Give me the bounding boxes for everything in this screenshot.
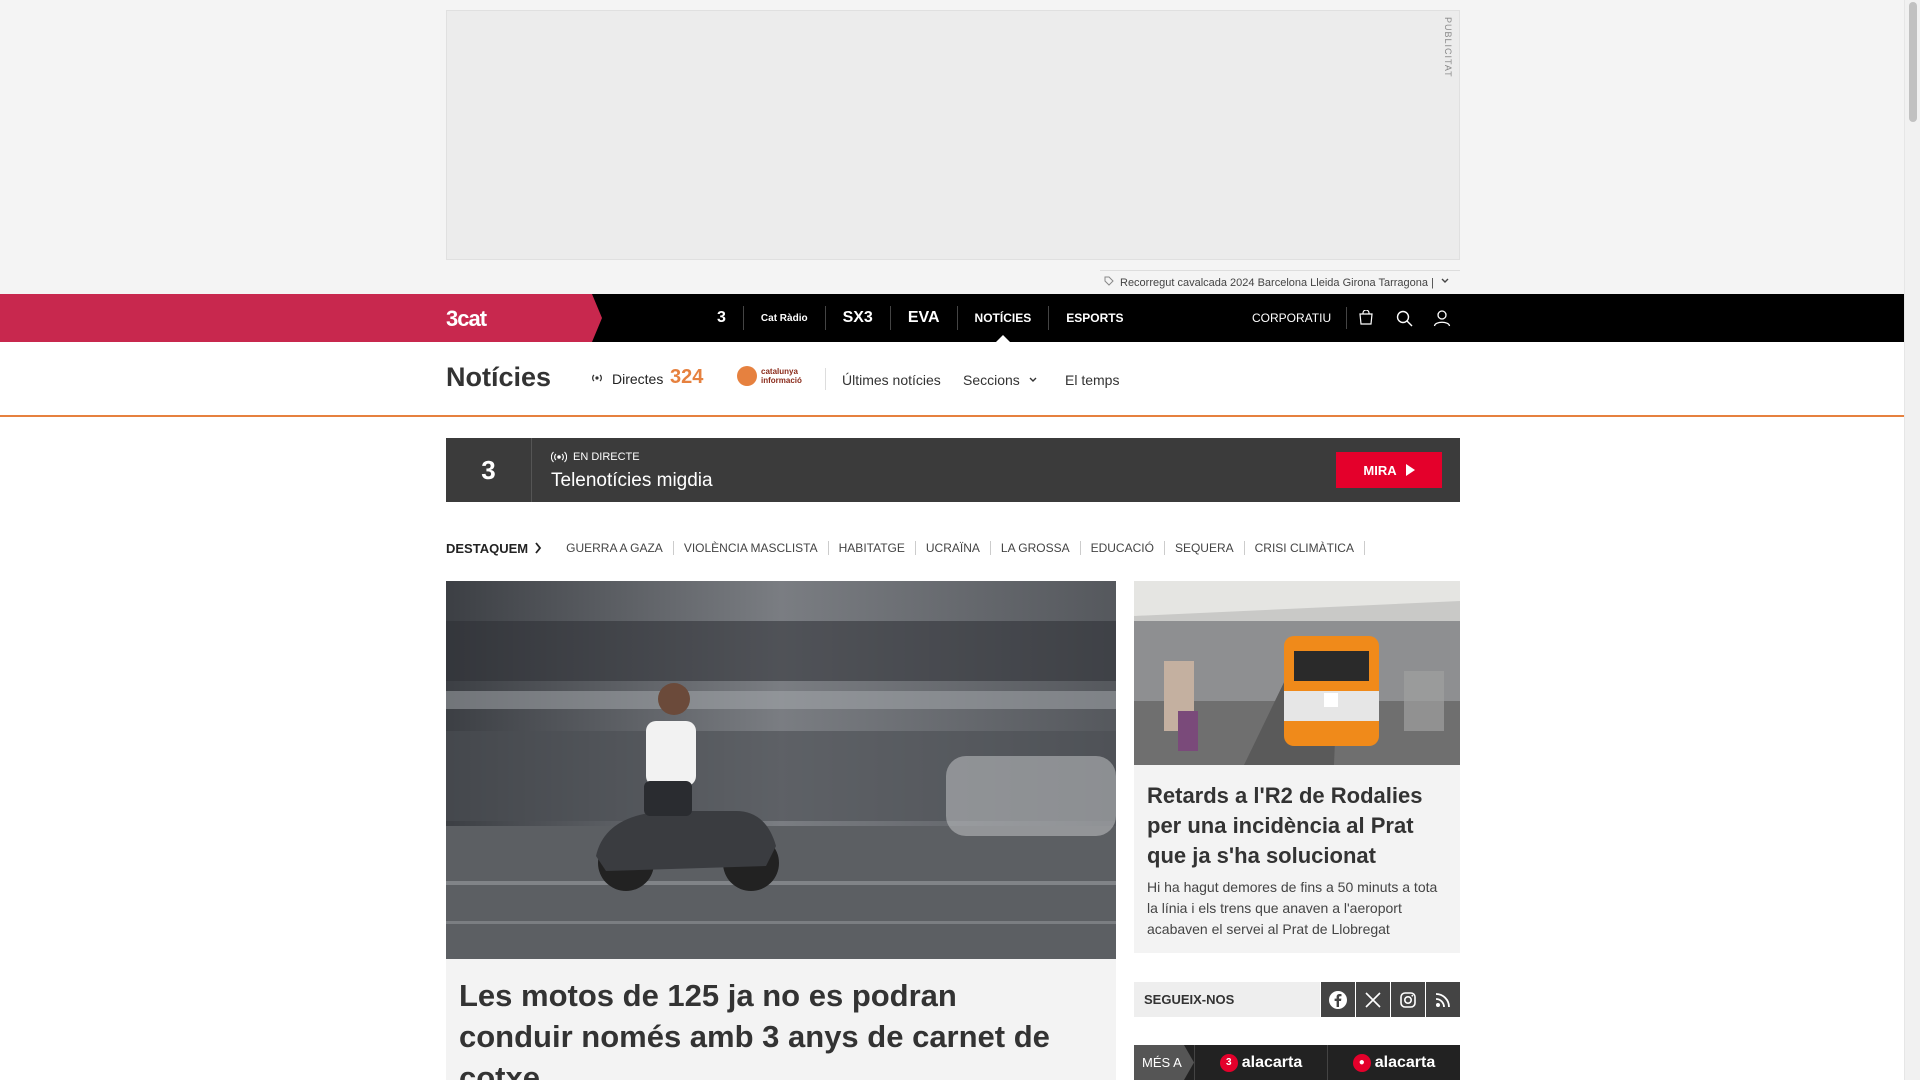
main-article-image[interactable] — [446, 581, 1116, 959]
highlights-title-label: DESTAQUEM — [446, 540, 529, 556]
directes-label: Directes — [612, 371, 664, 387]
live-tag-label: EN DIRECTE — [573, 451, 640, 463]
network-links: 3 Cat Ràdio SX3 EVA NOTÍCIES ESPORTS — [700, 294, 1141, 342]
more-at-bar: MÉS A 3 alacarta ● alacarta — [1134, 1045, 1460, 1080]
follow-us-label: SEGUEIX-NOS — [1134, 982, 1320, 1017]
ad-strip[interactable]: Recorregut cavalcada 2024 Barcelona Llei… — [1100, 270, 1460, 294]
rss-icon[interactable] — [1425, 982, 1460, 1017]
channel-ci-logo[interactable]: catalunya informació — [737, 366, 831, 386]
chevron-down-icon — [1029, 377, 1037, 382]
chevron-right-icon — [535, 542, 542, 554]
watch-button-label: MIRA — [1363, 462, 1397, 478]
chevron-down-icon[interactable] — [1440, 276, 1450, 289]
ad-strip-text: Recorregut cavalcada 2024 Barcelona Llei… — [1120, 276, 1434, 289]
ad-label: PUBLICITAT — [1443, 17, 1453, 78]
highlight-item[interactable]: EDUCACIÓ — [1081, 541, 1165, 555]
play-icon — [1405, 464, 1415, 476]
corporate-link[interactable]: CORPORATIU — [1252, 307, 1348, 329]
user-icon[interactable] — [1423, 294, 1461, 342]
catradio-badge-icon: ● — [1352, 1053, 1371, 1072]
highlight-item[interactable]: HABITATGE — [829, 541, 916, 555]
live-channel-logo: 3 — [446, 438, 532, 502]
highlight-item[interactable]: UCRAÏNA — [916, 541, 991, 555]
main-article-headline[interactable]: Les motos de 125 ja no es podran conduir… — [459, 975, 1079, 1080]
shop-icon[interactable] — [1347, 294, 1385, 342]
follow-us-bar: SEGUEIX-NOS — [1134, 982, 1460, 1017]
live-banner[interactable]: 3 EN DIRECTE Telenotícies migdia MIRA — [446, 438, 1460, 502]
page-title[interactable]: Notícies — [446, 362, 551, 393]
channel-ci-label: catalunya informació — [761, 367, 802, 385]
highlights-title[interactable]: DESTAQUEM — [446, 541, 542, 556]
side-article-body: Retards a l'R2 de Rodalies per una incid… — [1134, 765, 1460, 953]
instagram-icon[interactable] — [1390, 982, 1425, 1017]
network-catradio[interactable]: Cat Ràdio — [744, 306, 826, 330]
side-article-summary: Hi ha hagut demores de fins a 50 minuts … — [1147, 879, 1438, 937]
brand-logo[interactable]: 3cat — [446, 306, 487, 332]
link-el-temps[interactable]: El temps — [1065, 372, 1119, 388]
alacarta-catradio-link[interactable]: ● alacarta — [1327, 1045, 1460, 1080]
ad-banner[interactable]: PUBLICITAT — [446, 10, 1460, 260]
ci-circle-icon — [737, 366, 757, 386]
directes-link[interactable]: Directes — [590, 371, 663, 387]
search-icon[interactable] — [1385, 294, 1423, 342]
highlight-item[interactable]: GUERRA A GAZA — [556, 541, 674, 555]
highlight-item[interactable]: CRISI CLIMÀTICA — [1245, 541, 1365, 555]
alacarta-label: alacarta — [1241, 1053, 1303, 1071]
nav-link-esports[interactable]: ESPORTS — [1049, 306, 1140, 330]
scrollbar[interactable] — [1904, 0, 1920, 1080]
highlight-item[interactable]: SEQUERA — [1165, 541, 1245, 555]
live-signal-icon — [590, 371, 604, 387]
nav-link-noticies[interactable]: NOTÍCIES — [958, 306, 1050, 342]
link-ultimes-noticies[interactable]: Últimes notícies — [842, 372, 941, 388]
network-eva[interactable]: EVA — [891, 306, 958, 330]
main-article-body: Les motos de 125 ja no es podran conduir… — [446, 959, 1116, 1080]
channel-324-label: 324 — [670, 366, 704, 388]
alacarta-tv3-link[interactable]: 3 alacarta — [1194, 1045, 1327, 1080]
alacarta-label: alacarta — [1374, 1053, 1436, 1071]
x-icon[interactable] — [1355, 982, 1390, 1017]
watch-button[interactable]: MIRA — [1336, 452, 1442, 488]
live-tag: EN DIRECTE — [551, 451, 640, 463]
live-program-title: Telenotícies migdia — [551, 470, 713, 491]
ad-area: PUBLICITAT Recorregut cavalcada 2024 Bar… — [0, 0, 1904, 294]
scrollbar-thumb[interactable] — [1909, 2, 1917, 122]
side-article-headline[interactable]: Retards a l'R2 de Rodalies per una incid… — [1147, 781, 1452, 871]
highlight-item[interactable]: VIOLÈNCIA MASCLISTA — [674, 541, 829, 555]
tag-icon — [1104, 276, 1114, 289]
top-navigation: 3cat 3 Cat Ràdio SX3 EVA NOTÍCIES ESPORT… — [0, 294, 1904, 342]
tv3-badge-icon: 3 — [1219, 1053, 1238, 1072]
divider — [825, 368, 826, 390]
live-signal-icon — [551, 451, 567, 463]
channel-324-logo[interactable]: 324 — [670, 366, 703, 389]
more-at-label: MÉS A — [1134, 1045, 1194, 1080]
highlights-bar: DESTAQUEM GUERRA A GAZA VIOLÈNCIA MASCLI… — [446, 540, 1365, 556]
section-header: Notícies Directes 324 catalunya informac… — [0, 342, 1904, 417]
link-seccions-label: Seccions — [963, 372, 1020, 388]
network-sx3[interactable]: SX3 — [826, 306, 891, 330]
highlight-item[interactable]: LA GROSSA — [991, 541, 1081, 555]
link-seccions[interactable]: Seccions — [963, 372, 1038, 388]
side-article-image[interactable] — [1134, 581, 1460, 765]
brand-block — [0, 294, 602, 342]
nav-right: CORPORATIU — [1252, 294, 1461, 342]
network-tv3[interactable]: 3 — [700, 306, 744, 330]
facebook-icon[interactable] — [1320, 982, 1355, 1017]
